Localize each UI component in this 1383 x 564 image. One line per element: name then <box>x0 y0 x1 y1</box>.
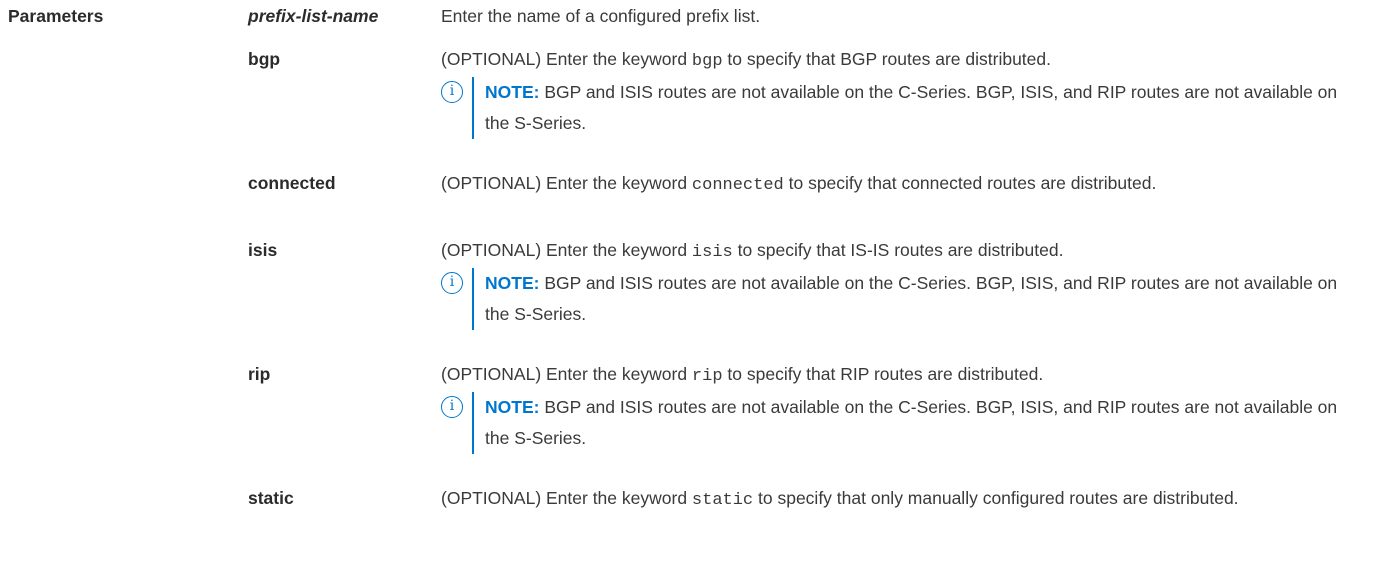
info-icon: i <box>441 272 463 294</box>
param-term: connected <box>248 173 336 193</box>
param-description: Enter the name of a configured prefix li… <box>441 3 1361 29</box>
note-text: NOTE: BGP and ISIS routes are not availa… <box>485 268 1361 330</box>
section-label: Parameters <box>8 6 104 26</box>
note-label: NOTE: <box>485 82 540 102</box>
keyword-code: bgp <box>691 52 723 71</box>
desc-text: to specify that IS-IS routes are distrib… <box>732 240 1064 260</box>
param-description: (OPTIONAL) Enter the keyword rip to spec… <box>441 361 1361 454</box>
note-divider <box>472 268 474 330</box>
param-term: rip <box>248 364 271 384</box>
note-divider <box>472 77 474 139</box>
note-label: NOTE: <box>485 273 540 293</box>
note-divider <box>472 392 474 454</box>
note-text: NOTE: BGP and ISIS routes are not availa… <box>485 77 1361 139</box>
param-term: static <box>248 488 294 508</box>
param-term: bgp <box>248 49 281 69</box>
param-term: isis <box>248 240 278 260</box>
desc-text: to specify that connected routes are dis… <box>783 173 1157 193</box>
desc-text: to specify that only manually configured… <box>753 488 1239 508</box>
param-description: (OPTIONAL) Enter the keyword isis to spe… <box>441 237 1361 330</box>
note-box: i NOTE: BGP and ISIS routes are not avai… <box>441 268 1361 330</box>
note-text: NOTE: BGP and ISIS routes are not availa… <box>485 392 1361 454</box>
info-icon: i <box>441 81 463 103</box>
info-icon: i <box>441 396 463 418</box>
note-body: BGP and ISIS routes are not available on… <box>485 82 1338 133</box>
desc-text: Enter the name of a configured prefix li… <box>441 6 761 26</box>
keyword-code: connected <box>691 176 784 195</box>
desc-text: (OPTIONAL) Enter the keyword <box>441 240 692 260</box>
desc-text: (OPTIONAL) Enter the keyword <box>441 173 692 193</box>
param-description: (OPTIONAL) Enter the keyword connected t… <box>441 170 1361 199</box>
note-box: i NOTE: BGP and ISIS routes are not avai… <box>441 77 1361 139</box>
desc-text: to specify that RIP routes are distribut… <box>722 364 1044 384</box>
note-body: BGP and ISIS routes are not available on… <box>485 273 1338 324</box>
param-description: (OPTIONAL) Enter the keyword bgp to spec… <box>441 46 1361 139</box>
desc-text: (OPTIONAL) Enter the keyword <box>441 364 692 384</box>
desc-text: (OPTIONAL) Enter the keyword <box>441 488 692 508</box>
keyword-code: rip <box>691 367 723 386</box>
param-row-prefix-list-name: prefix-list-name Enter the name of a con… <box>248 6 1368 36</box>
param-term: prefix-list-name <box>248 6 379 26</box>
keyword-code: static <box>691 491 754 510</box>
desc-text: to specify that BGP routes are distribut… <box>722 49 1051 69</box>
param-description: (OPTIONAL) Enter the keyword static to s… <box>441 485 1361 514</box>
note-body: BGP and ISIS routes are not available on… <box>485 397 1338 448</box>
note-label: NOTE: <box>485 397 540 417</box>
note-box: i NOTE: BGP and ISIS routes are not avai… <box>441 392 1361 454</box>
desc-text: (OPTIONAL) Enter the keyword <box>441 49 692 69</box>
keyword-code: isis <box>691 243 733 262</box>
